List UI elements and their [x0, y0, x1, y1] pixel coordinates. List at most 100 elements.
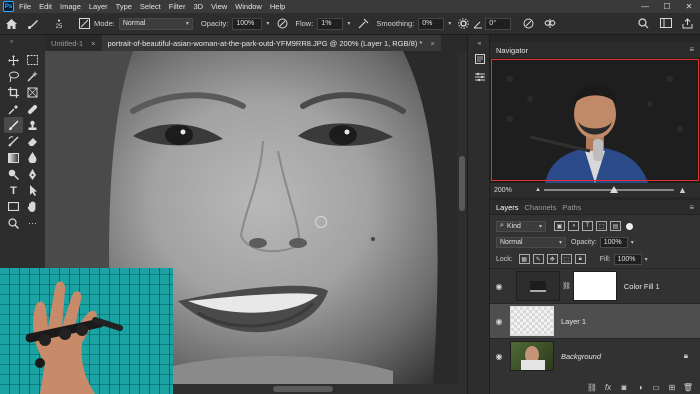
- maximize-button[interactable]: ☐: [656, 0, 678, 13]
- properties-icon[interactable]: [474, 71, 485, 82]
- filter-shape-icon[interactable]: ⬚: [596, 221, 607, 231]
- lock-all-icon[interactable]: 🔒︎: [574, 254, 586, 264]
- tab-portrait[interactable]: portrait-of-beautiful-asian-woman-at-the…: [101, 35, 441, 51]
- navigator-zoom-value[interactable]: 200%: [494, 187, 524, 194]
- visibility-eye-icon[interactable]: ◉: [490, 282, 508, 291]
- more-tools-icon[interactable]: ···: [23, 215, 42, 231]
- layer-name[interactable]: Background: [561, 352, 601, 361]
- zoom-in-icon[interactable]: ▲: [678, 185, 687, 195]
- zoom-out-icon[interactable]: ▲: [535, 187, 541, 193]
- vertical-scroll-thumb[interactable]: [459, 156, 465, 211]
- eyedropper-icon[interactable]: [4, 101, 23, 117]
- add-mask-icon[interactable]: ◙: [616, 383, 632, 392]
- lock-transparency-icon[interactable]: ▦: [518, 254, 530, 264]
- layer-opacity-dropdown-icon[interactable]: ▾: [631, 239, 634, 246]
- type-tool-icon[interactable]: T: [4, 182, 23, 198]
- menu-help[interactable]: Help: [270, 2, 285, 11]
- menu-type[interactable]: Type: [116, 2, 132, 11]
- clone-stamp-icon[interactable]: [23, 117, 42, 133]
- fill-dropdown-icon[interactable]: ▾: [645, 256, 648, 263]
- history-brush-icon[interactable]: [4, 133, 23, 149]
- adjustment-layer-icon[interactable]: ◑: [632, 383, 648, 392]
- visibility-eye-icon[interactable]: ◉: [490, 317, 508, 326]
- symmetry-icon[interactable]: [539, 18, 561, 29]
- home-icon[interactable]: [0, 18, 22, 29]
- smoothing-dropdown-icon[interactable]: ▾: [448, 20, 451, 27]
- link-layers-icon[interactable]: ⛓: [584, 383, 600, 392]
- filter-kind-select[interactable]: ⌕ Kind ▾: [496, 220, 546, 232]
- layer-row-background[interactable]: ◉ Background 🔒︎: [490, 338, 700, 373]
- close-tab-icon[interactable]: ×: [91, 39, 95, 48]
- angle-input[interactable]: 0°: [485, 17, 512, 30]
- menu-layer[interactable]: Layer: [89, 2, 108, 11]
- tab-untitled[interactable]: Untitled-1 ×: [45, 35, 102, 51]
- marquee-tool-icon[interactable]: [23, 52, 42, 68]
- pressure-opacity-icon[interactable]: [273, 18, 291, 29]
- layer-name[interactable]: Color Fill 1: [624, 282, 660, 291]
- blur-tool-icon[interactable]: [23, 150, 42, 166]
- dodge-tool-icon[interactable]: [4, 166, 23, 182]
- menu-edit[interactable]: Edit: [39, 2, 52, 11]
- lock-pixels-icon[interactable]: ✎: [532, 254, 544, 264]
- smoothing-options-icon[interactable]: [455, 18, 471, 29]
- new-layer-icon[interactable]: ⊞: [664, 383, 680, 392]
- menu-filter[interactable]: Filter: [169, 2, 186, 11]
- share-icon[interactable]: [682, 18, 693, 29]
- rectangle-tool-icon[interactable]: [4, 199, 23, 215]
- lasso-tool-icon[interactable]: [4, 68, 23, 84]
- brush-size-picker[interactable]: ● 25: [44, 18, 74, 30]
- layer-style-icon[interactable]: fx: [600, 383, 616, 392]
- mode-select[interactable]: Normal ▾: [118, 17, 193, 30]
- frame-tool-icon[interactable]: [23, 85, 42, 101]
- zoom-slider-knob[interactable]: [610, 186, 618, 193]
- blend-mode-select[interactable]: Normal ▾: [496, 236, 566, 248]
- minimize-button[interactable]: —: [634, 0, 656, 13]
- airbrush-icon[interactable]: [354, 18, 372, 29]
- crop-tool-icon[interactable]: [4, 85, 23, 101]
- flow-dropdown-icon[interactable]: ▾: [347, 20, 350, 27]
- menu-3d[interactable]: 3D: [193, 2, 203, 11]
- filter-toggle-icon[interactable]: [626, 222, 633, 230]
- layer-opacity-input[interactable]: 100%: [599, 236, 628, 248]
- collapse-panels-icon[interactable]: «: [474, 38, 485, 49]
- panel-menu-icon[interactable]: ≡: [689, 45, 694, 54]
- filter-pixel-icon[interactable]: ▣: [554, 221, 565, 231]
- gradient-tool-icon[interactable]: [4, 150, 23, 166]
- layer-row-color-fill[interactable]: ◉ ⛓ Color Fill 1: [490, 268, 700, 303]
- layer-name[interactable]: Layer 1: [561, 317, 586, 326]
- close-button[interactable]: ✕: [678, 0, 700, 13]
- horizontal-scroll-thumb[interactable]: [273, 386, 333, 392]
- search-icon[interactable]: [638, 18, 649, 29]
- filter-adjustment-icon[interactable]: ◑: [568, 221, 579, 231]
- brush-tool-icon[interactable]: [4, 117, 23, 134]
- vertical-scrollbar[interactable]: [457, 51, 467, 384]
- opacity-dropdown-icon[interactable]: ▾: [266, 20, 269, 27]
- tab-channels[interactable]: Channels: [525, 200, 563, 215]
- fill-input[interactable]: 100%: [613, 253, 642, 265]
- tab-paths[interactable]: Paths: [562, 200, 587, 215]
- menu-file[interactable]: File: [19, 2, 31, 11]
- layer-row-layer-1[interactable]: ◉ Layer 1: [490, 303, 700, 338]
- opacity-input[interactable]: 100%: [232, 17, 263, 30]
- visibility-eye-icon[interactable]: ◉: [490, 352, 508, 361]
- zoom-slider[interactable]: [544, 189, 674, 191]
- history-icon[interactable]: [474, 53, 485, 64]
- layers-panel-menu-icon[interactable]: ≡: [689, 203, 694, 212]
- brush-preset-icon[interactable]: [22, 18, 44, 30]
- navigator-preview[interactable]: [490, 59, 700, 183]
- toolbar-collapse-icon[interactable]: »: [10, 39, 13, 45]
- new-group-icon[interactable]: ▭: [648, 383, 664, 392]
- pen-tool-icon[interactable]: [23, 166, 42, 182]
- move-tool-icon[interactable]: [4, 52, 23, 68]
- filter-smart-object-icon[interactable]: ▤: [610, 221, 621, 231]
- eraser-icon[interactable]: [23, 133, 42, 149]
- zoom-tool-icon[interactable]: [4, 215, 23, 231]
- pressure-size-icon[interactable]: [517, 18, 539, 29]
- lock-artboard-icon[interactable]: ⬚: [560, 254, 572, 264]
- brush-settings-icon[interactable]: [74, 18, 94, 29]
- hand-tool-icon[interactable]: [23, 199, 42, 215]
- workspace-icon[interactable]: [660, 18, 672, 28]
- flow-input[interactable]: 1%: [317, 17, 344, 30]
- healing-brush-icon[interactable]: [23, 101, 42, 117]
- layer-mask-thumbnail[interactable]: [572, 271, 617, 301]
